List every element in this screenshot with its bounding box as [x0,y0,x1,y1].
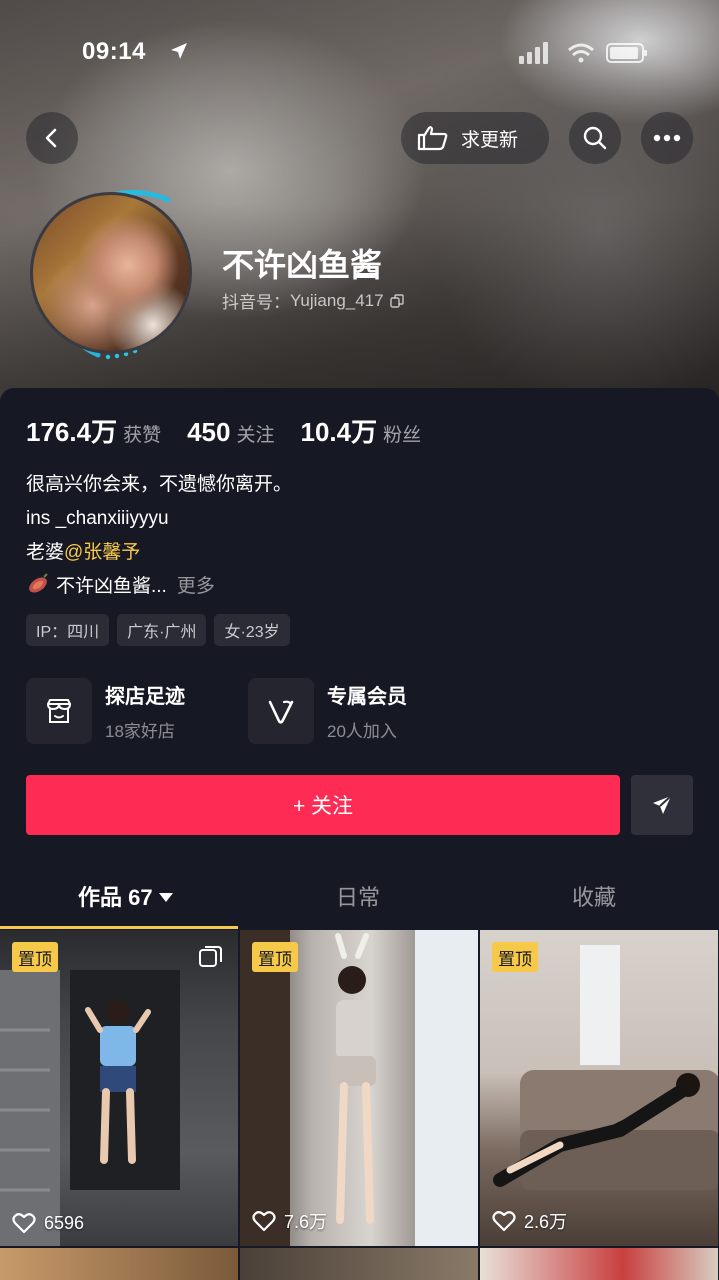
feature-membership-sub: 20人加入 [327,722,397,741]
search-button[interactable] [569,112,621,164]
status-time: 09:14 [82,38,146,65]
request-update-label: 求更新 [461,129,519,151]
tab-favorites[interactable]: 收藏 [572,880,616,912]
content-tabs: 作品 67 日常 收藏 [0,864,719,930]
profile-id-value: Yujiang_417 [290,290,384,310]
feature-membership[interactable]: 专属会员 20人加入 [248,678,407,744]
tab-works-label: 作品 67 [78,885,153,910]
stat-following-label: 关注 [236,425,275,446]
video-tile[interactable]: 置顶 7.6万 [240,930,478,1246]
avatar[interactable] [30,192,192,354]
stat-followers[interactable]: 10.4万 粉丝 [301,412,422,449]
tab-active-indicator [0,926,238,929]
like-count-value: 2.6万 [524,1212,568,1232]
stat-following[interactable]: 450 关注 [187,417,274,448]
video-tile[interactable] [0,1248,238,1280]
profile-tags: IP：四川 广东·广州 女·23岁 [26,614,298,646]
video-grid: 置顶 6596 置顶 7.6万 置顶 2.6万 [0,930,719,1280]
video-thumbnail-figure [493,945,718,1190]
feature-shop-visits[interactable]: 探店足迹 18家好店 [26,678,185,744]
tag-gender-age: 女·23岁 [214,614,290,646]
stat-likes[interactable]: 176.4万 获赞 [26,412,161,449]
signal-wifi-battery-icons [519,42,647,64]
copy-icon[interactable] [389,293,404,308]
bio-line-1: 很高兴你会来，不遗憾你离开。 [26,474,293,495]
shop-icon [47,699,71,723]
follow-button[interactable]: + 关注 [26,775,620,835]
more-dots-icon [653,134,681,142]
profile-stats: 176.4万 获赞 450 关注 10.4万 粉丝 [26,412,447,449]
more-options-button[interactable] [641,112,693,164]
profile-name: 不许凶鱼酱 [222,247,383,283]
location-arrow-icon [171,43,187,59]
heart-icon [12,1213,36,1234]
tag-ip: IP：四川 [26,614,110,646]
video-tile[interactable] [480,1248,718,1280]
search-icon [583,126,607,150]
mention-link[interactable]: @张馨予 [64,542,140,563]
pointing-hand-icon [417,126,448,151]
chevron-left-icon [45,128,57,148]
stat-followers-label: 粉丝 [383,425,422,446]
bio-line-2: ins _chanxiiiyyyu [26,508,169,529]
like-count-value: 7.6万 [284,1212,328,1232]
stat-likes-label: 获赞 [123,425,162,446]
feature-membership-title: 专属会员 [327,686,407,708]
feature-vip-icon-box [248,678,314,744]
like-count: 6596 [12,1212,84,1234]
bio-line-4-text: 不许凶鱼酱... [56,576,167,597]
video-thumbnail-figure [0,970,180,1246]
tab-works[interactable]: 作品 67 [78,880,173,912]
video-tile[interactable] [240,1248,478,1280]
feature-shop-icon-box [26,678,92,744]
share-profile-button[interactable] [631,775,693,835]
feature-shop-title: 探店足迹 [105,686,185,708]
bio-line-3-prefix: 老婆 [26,542,65,563]
tab-daily[interactable]: 日常 [336,880,380,912]
heart-icon [252,1211,276,1232]
profile-id-row[interactable]: 抖音号： Yujiang_417 [222,288,404,313]
send-arrow-icon [653,795,672,814]
like-count: 7.6万 [252,1208,327,1234]
profile-bio: 很高兴你会来，不遗憾你离开。 ins _chanxiiiyyyu 老婆@张馨予 … [26,468,292,604]
bio-line-3: 老婆@张馨予 [26,536,292,570]
like-count: 2.6万 [492,1208,567,1234]
stat-following-value: 450 [187,417,231,447]
video-tile[interactable]: 置顶 2.6万 [480,930,718,1246]
video-tile[interactable]: 置顶 6596 [0,930,238,1246]
video-thumbnail-figure [240,930,478,1246]
pinned-badge: 置顶 [252,942,298,972]
pinned-badge: 置顶 [12,942,58,972]
like-count-value: 6596 [44,1212,85,1233]
caret-down-icon [158,893,173,902]
multi-image-icon [199,946,222,967]
heart-icon [492,1211,516,1232]
request-update-button[interactable]: 求更新 [401,112,549,164]
profile-page: 09:14 求更新 不许凶鱼酱 抖音号： Yujiang_417 176.4万 … [0,0,719,1280]
back-button[interactable] [26,112,78,164]
status-bar: 09:14 [0,28,719,78]
pinned-badge: 置顶 [492,942,538,972]
bio-line-4: 不许凶鱼酱... 更多 [26,570,292,604]
stat-likes-value: 176.4万 [26,417,118,447]
bio-more-link[interactable]: 更多 [177,576,215,597]
feature-shop-sub: 18家好店 [105,722,175,741]
stat-followers-value: 10.4万 [300,417,378,447]
profile-id-label: 抖音号： [222,293,290,312]
tag-location: 广东·广州 [117,614,207,646]
vip-v-icon [268,700,294,724]
sweet-potato-icon [29,573,48,593]
